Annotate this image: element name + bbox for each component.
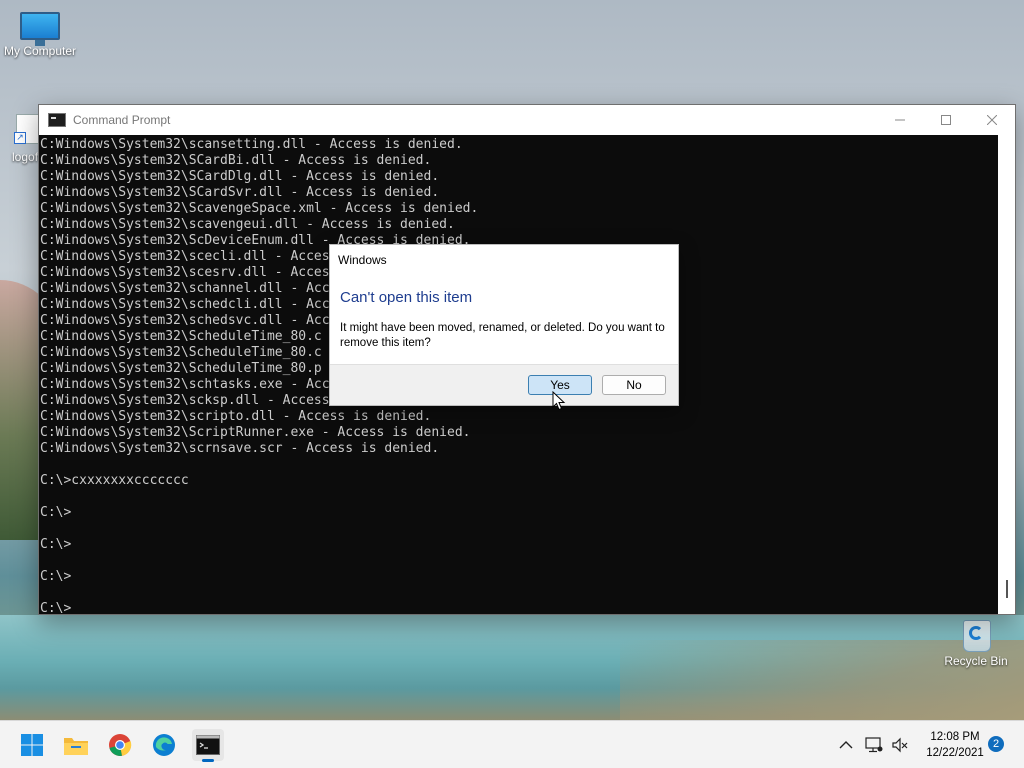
desktop-icon-label: logof — [12, 150, 39, 164]
edge-button[interactable] — [148, 729, 180, 761]
command-prompt-icon — [48, 113, 66, 127]
start-button[interactable] — [16, 729, 48, 761]
volume-muted-icon — [892, 737, 908, 753]
window-title: Command Prompt — [73, 113, 171, 127]
scrollbar-thumb[interactable] — [1006, 580, 1008, 598]
cant-open-dialog: Windows Can't open this item It might ha… — [329, 244, 679, 406]
edge-icon — [153, 734, 175, 756]
maximize-icon — [941, 115, 951, 125]
recycle-bin-icon — [958, 612, 994, 652]
mouse-cursor-icon — [552, 391, 566, 411]
dialog-title: Windows — [338, 253, 387, 267]
network-icon — [865, 737, 883, 753]
chevron-up-icon — [839, 741, 853, 749]
dialog-button-bar: Yes No — [330, 364, 678, 405]
command-prompt-icon — [196, 735, 220, 755]
clock-date: 12/22/2021 — [926, 747, 984, 759]
desktop-icon-recycle-bin[interactable]: Recycle Bin — [940, 612, 1012, 668]
desktop-icon-label: My Computer — [3, 44, 77, 58]
window-titlebar[interactable]: Command Prompt — [39, 105, 1015, 135]
vertical-scrollbar[interactable] — [998, 135, 1015, 614]
command-prompt-taskbar-button[interactable] — [192, 729, 224, 762]
windows-logo-icon — [21, 734, 43, 756]
desktop-icon-label: Recycle Bin — [944, 654, 1008, 668]
notification-badge[interactable]: 2 — [988, 736, 1004, 752]
close-button[interactable] — [969, 105, 1015, 135]
no-button[interactable]: No — [602, 375, 666, 395]
volume-tray-button[interactable] — [886, 729, 914, 761]
window-controls — [877, 105, 1015, 135]
folder-icon — [64, 738, 88, 755]
maximize-button[interactable] — [923, 105, 969, 135]
taskbar-clock[interactable]: 12:08 PM 12/22/2021 — [920, 729, 990, 761]
close-icon — [987, 115, 997, 125]
file-explorer-button[interactable] — [60, 729, 92, 761]
chrome-button[interactable] — [104, 729, 136, 761]
show-hidden-icons-button[interactable] — [832, 729, 860, 761]
minimize-button[interactable] — [877, 105, 923, 135]
desktop-icon-logof[interactable]: ↗ logof — [12, 112, 40, 164]
network-tray-button[interactable] — [860, 729, 888, 761]
chrome-icon — [109, 734, 132, 756]
active-app-indicator — [202, 759, 214, 762]
monitor-icon — [20, 12, 60, 46]
shortcut-arrow-icon: ↗ — [14, 132, 26, 144]
desktop-icon-my-computer[interactable]: My Computer — [2, 12, 78, 58]
dialog-heading: Can't open this item — [340, 289, 473, 306]
clock-time: 12:08 PM — [930, 731, 980, 743]
taskbar: 12:08 PM 12/22/2021 — [0, 720, 1024, 768]
minimize-icon — [895, 119, 905, 121]
dialog-message: It might have been moved, renamed, or de… — [340, 322, 665, 349]
